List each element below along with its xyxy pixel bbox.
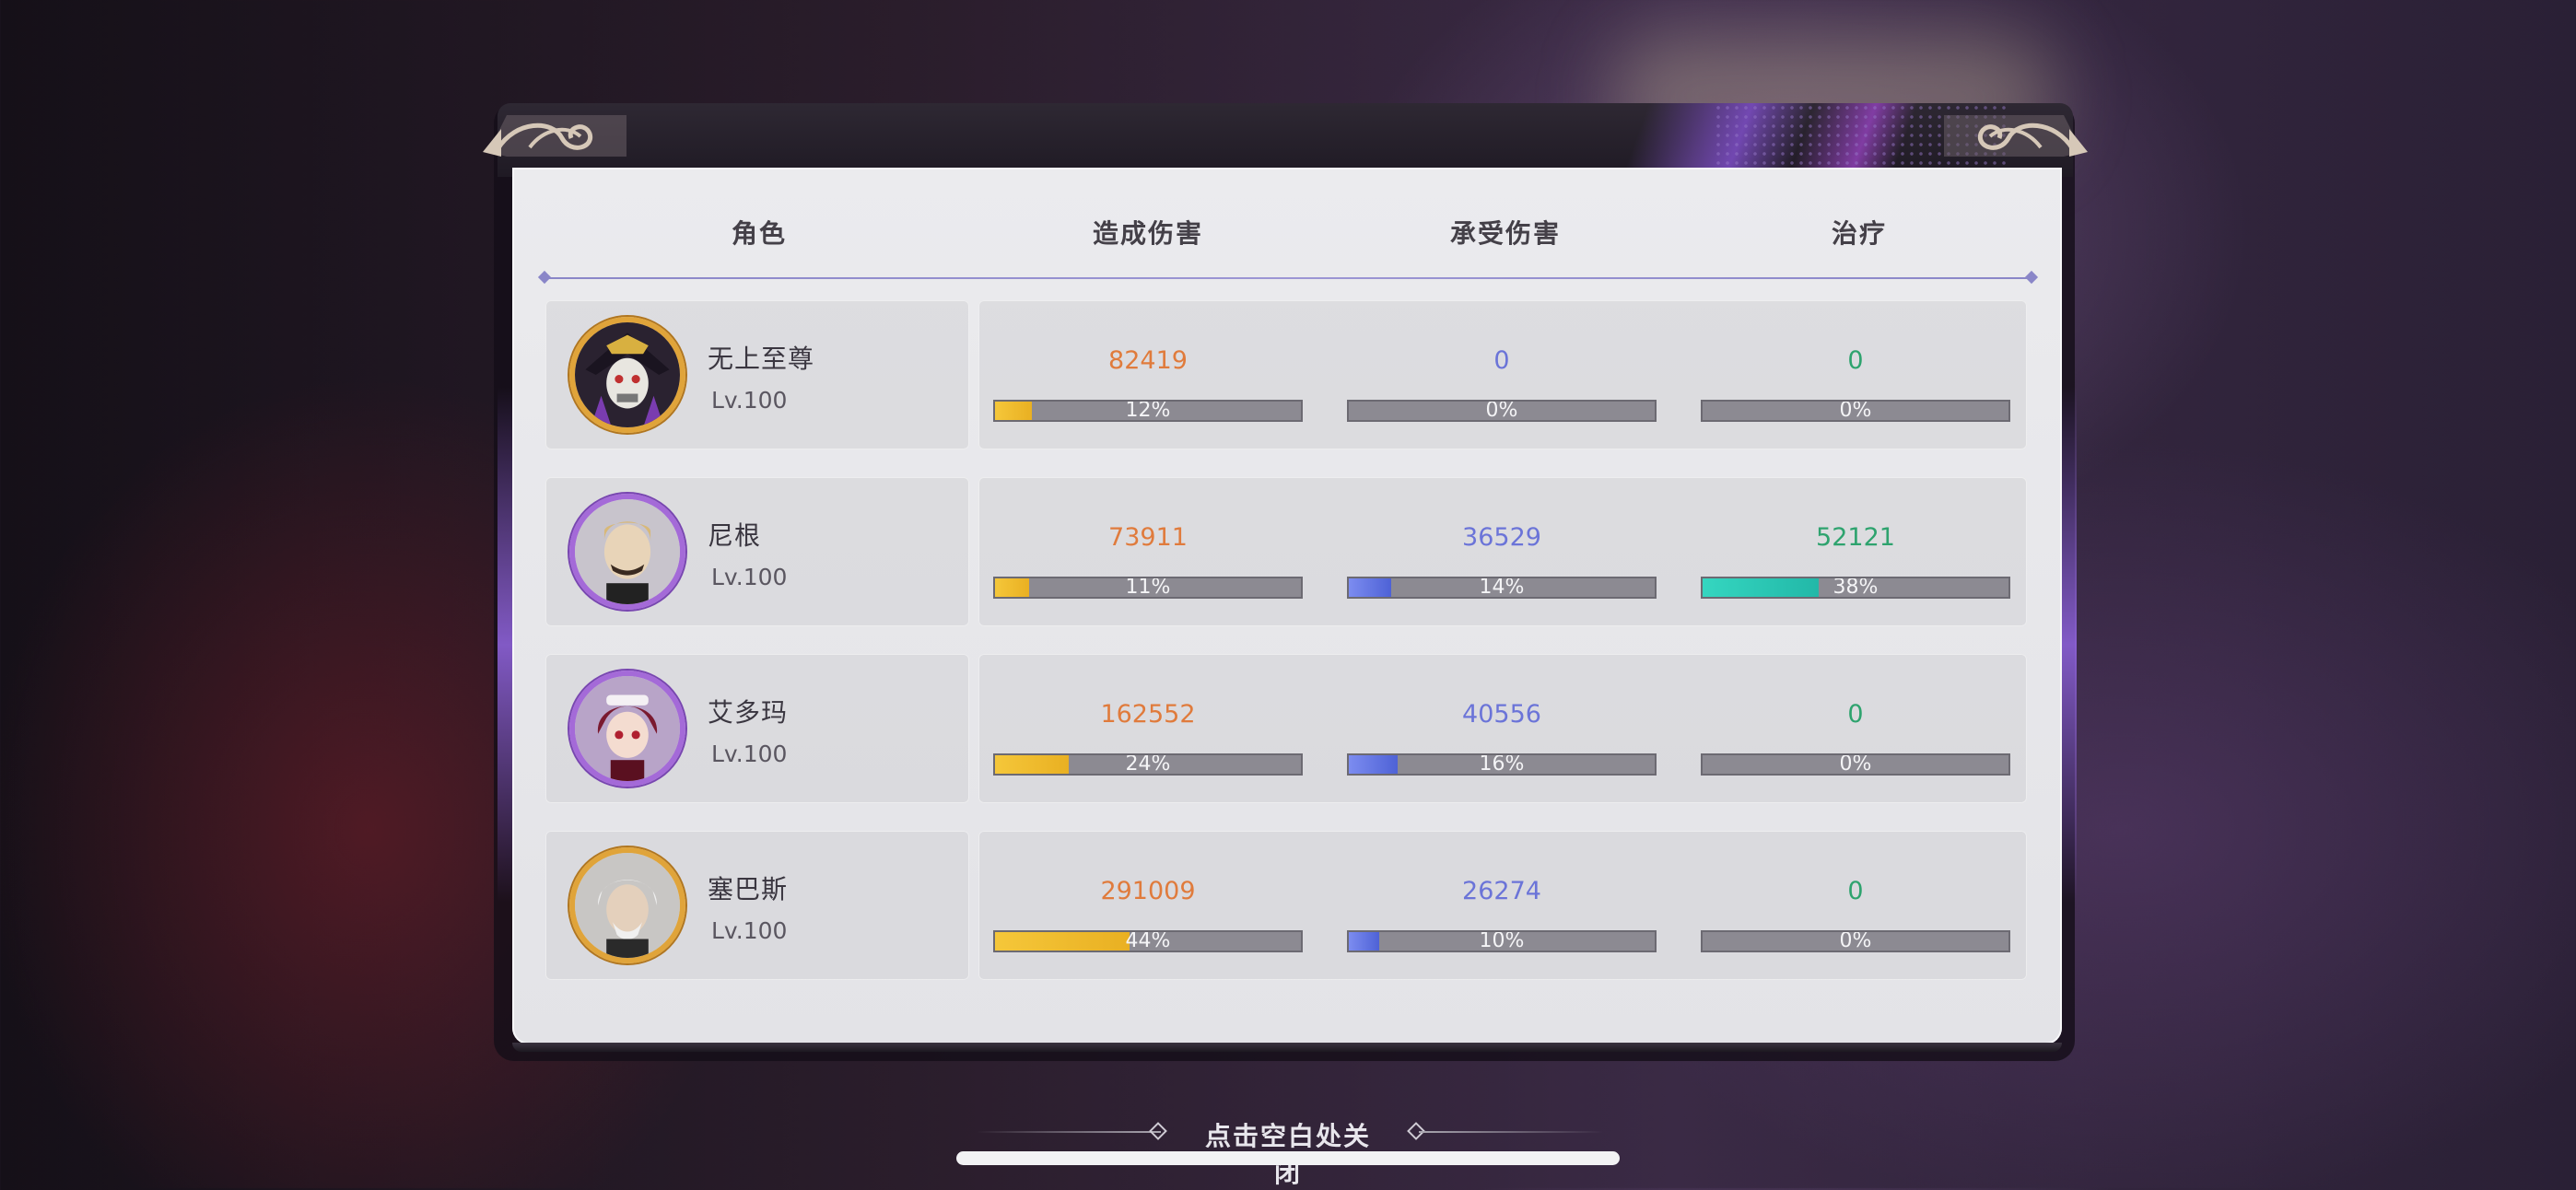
- damage-dealt-value: 73911: [1108, 523, 1188, 552]
- damage-taken-bar: 0%: [1347, 400, 1657, 422]
- ornament-corner-icon: [1944, 115, 2088, 157]
- character-portrait: [569, 494, 685, 610]
- stats-cell: 162552 24% 40556 16% 0 0%: [978, 654, 2027, 803]
- character-name: 塞巴斯: [708, 874, 789, 904]
- panel-bottom-frame: [512, 1043, 2062, 1052]
- damage-taken-stat: 40556 16%: [1347, 654, 1657, 803]
- header-divider: [544, 277, 2032, 279]
- damage-dealt-percent: 11%: [1125, 577, 1171, 599]
- stats-row: 艾多玛 Lv.100 162552 24% 40556 16% 0 0%: [545, 654, 2027, 803]
- character-portrait: [569, 317, 685, 433]
- damage-taken-stat: 0 0%: [1347, 300, 1657, 449]
- hint-decoration-line: [977, 1131, 1161, 1133]
- damage-taken-percent: 14%: [1479, 577, 1525, 599]
- character-level: Lv.100: [711, 741, 788, 767]
- header-damage-taken: 承受伤害: [1449, 218, 1561, 249]
- damage-dealt-stat: 82419 12%: [993, 300, 1303, 449]
- damage-taken-percent: 10%: [1479, 930, 1525, 952]
- damage-dealt-percent: 12%: [1125, 400, 1171, 422]
- character-level: Lv.100: [711, 387, 788, 414]
- damage-dealt-stat: 73911 11%: [993, 477, 1303, 626]
- damage-dealt-value: 82419: [1108, 346, 1188, 375]
- character-cell: 艾多玛 Lv.100: [545, 654, 969, 803]
- diamond-icon: [1149, 1122, 1167, 1140]
- damage-taken-bar: 14%: [1347, 577, 1657, 599]
- stats-row: 塞巴斯 Lv.100 291009 44% 26274 10% 0 0%: [545, 831, 2027, 980]
- damage-dealt-bar: 11%: [993, 577, 1303, 599]
- damage-dealt-bar: 44%: [993, 930, 1303, 952]
- hint-decoration-line: [1419, 1131, 1603, 1133]
- damage-dealt-percent: 24%: [1125, 753, 1171, 776]
- character-cell: 无上至尊 Lv.100: [545, 300, 969, 449]
- healing-stat: 0 0%: [1701, 831, 2010, 980]
- healing-bar: 38%: [1701, 577, 2010, 599]
- healing-value: 0: [1847, 877, 1864, 905]
- ornament-corner-icon: [483, 115, 626, 157]
- healing-percent: 0%: [1839, 753, 1872, 776]
- character-name: 艾多玛: [708, 697, 789, 728]
- damage-taken-percent: 0%: [1485, 400, 1518, 422]
- panel-side-glow: [2060, 387, 2077, 903]
- healing-percent: 0%: [1839, 400, 1872, 422]
- stats-row: 无上至尊 Lv.100 82419 12% 0 0% 0 0%: [545, 300, 2027, 449]
- damage-dealt-value: 291009: [1100, 877, 1196, 905]
- character-portrait: [569, 671, 685, 787]
- damage-dealt-bar: 24%: [993, 753, 1303, 776]
- header-healing: 治疗: [1831, 218, 1887, 249]
- healing-bar: 0%: [1701, 930, 2010, 952]
- damage-dealt-stat: 291009 44%: [993, 831, 1303, 980]
- damage-taken-value: 26274: [1462, 877, 1541, 905]
- damage-dealt-value: 162552: [1100, 700, 1196, 729]
- damage-taken-stat: 36529 14%: [1347, 477, 1657, 626]
- stats-cell: 82419 12% 0 0% 0 0%: [978, 300, 2027, 449]
- healing-stat: 52121 38%: [1701, 477, 2010, 626]
- damage-dealt-stat: 162552 24%: [993, 654, 1303, 803]
- damage-taken-value: 40556: [1462, 700, 1541, 729]
- home-indicator[interactable]: [956, 1151, 1620, 1165]
- panel-top-frame: [498, 103, 2073, 177]
- character-level: Lv.100: [711, 917, 788, 944]
- header-character: 角色: [731, 218, 787, 249]
- damage-dealt-percent: 44%: [1125, 930, 1171, 952]
- character-name: 尼根: [708, 520, 762, 551]
- damage-taken-value: 36529: [1462, 523, 1541, 552]
- stats-row: 尼根 Lv.100 73911 11% 36529 14% 52121 38%: [545, 477, 2027, 626]
- header-damage-dealt: 造成伤害: [1092, 218, 1203, 249]
- healing-percent: 38%: [1832, 577, 1879, 599]
- healing-value: 0: [1847, 700, 1864, 729]
- stats-cell: 291009 44% 26274 10% 0 0%: [978, 831, 2027, 980]
- character-level: Lv.100: [711, 564, 788, 590]
- stats-cell: 73911 11% 36529 14% 52121 38%: [978, 477, 2027, 626]
- damage-taken-stat: 26274 10%: [1347, 831, 1657, 980]
- healing-stat: 0 0%: [1701, 654, 2010, 803]
- damage-taken-bar: 16%: [1347, 753, 1657, 776]
- healing-bar: 0%: [1701, 400, 2010, 422]
- character-cell: 尼根 Lv.100: [545, 477, 969, 626]
- damage-taken-bar: 10%: [1347, 930, 1657, 952]
- character-name: 无上至尊: [708, 344, 815, 374]
- damage-taken-value: 0: [1493, 346, 1510, 375]
- healing-value: 0: [1847, 346, 1864, 375]
- healing-bar: 0%: [1701, 753, 2010, 776]
- damage-dealt-bar: 12%: [993, 400, 1303, 422]
- damage-taken-percent: 16%: [1479, 753, 1525, 776]
- character-cell: 塞巴斯 Lv.100: [545, 831, 969, 980]
- character-portrait: [569, 847, 685, 963]
- healing-stat: 0 0%: [1701, 300, 2010, 449]
- healing-value: 52121: [1816, 523, 1895, 552]
- healing-percent: 0%: [1839, 930, 1872, 952]
